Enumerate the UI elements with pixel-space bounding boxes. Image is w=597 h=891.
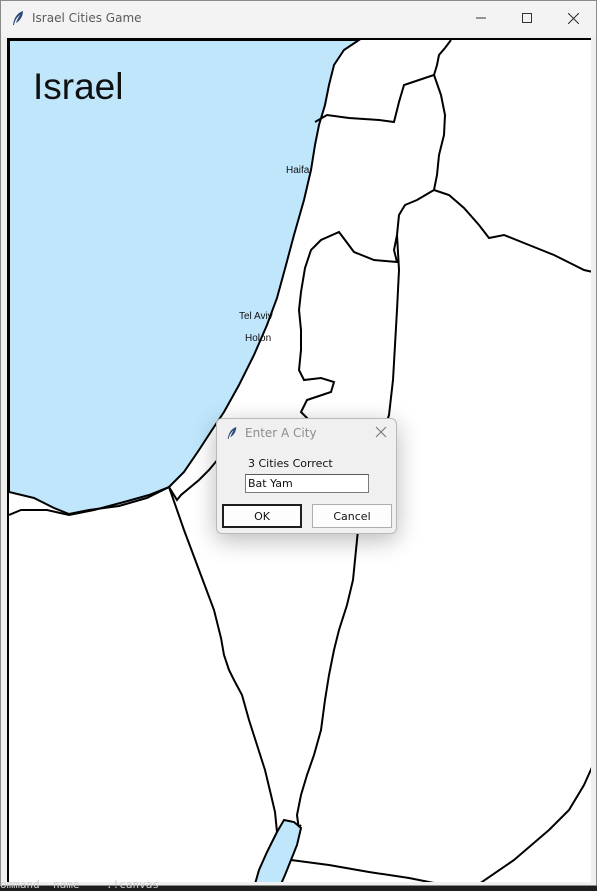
dialog-prompt: 3 Cities Correct [248,457,333,470]
east-border [548,767,591,831]
dialog-title-bar[interactable]: Enter A City [217,419,396,447]
dialog-close-icon[interactable] [374,425,388,439]
close-icon [567,12,579,24]
jordan-southern-border [290,859,435,882]
maximize-icon [522,13,532,23]
city-input[interactable] [245,474,369,493]
city-label-haifa: Haifa [286,165,310,176]
city-label-holon: Holon [245,333,272,344]
ok-button[interactable]: OK [222,504,302,528]
minimize-button[interactable] [458,1,504,35]
minimize-icon [476,17,486,19]
dead-sea [254,818,303,882]
map-title: Israel [33,66,124,107]
egypt-israel-border [168,486,302,837]
feather-icon [13,11,23,25]
maximize-button[interactable] [504,1,550,35]
app-window: Israel Cities Game Israel Haifa Tel Aviv… [0,0,597,886]
window-controls [458,1,596,35]
dialog-title: Enter A City [245,426,317,440]
cancel-button[interactable]: Cancel [312,504,392,528]
city-label-tel-aviv: Tel Aviv [239,311,273,322]
title-bar[interactable]: Israel Cities Game [1,1,596,35]
feather-icon [227,427,237,439]
golan-border [396,74,447,236]
close-button[interactable] [550,1,596,35]
syria-jordan-border [433,189,591,273]
jordan-saudi-border [480,829,550,882]
window-title: Israel Cities Game [32,11,142,25]
enter-city-dialog: Enter A City 3 Cities Correct OK Cancel [216,418,397,534]
console-output: ommand name .!canvas [0,878,159,891]
